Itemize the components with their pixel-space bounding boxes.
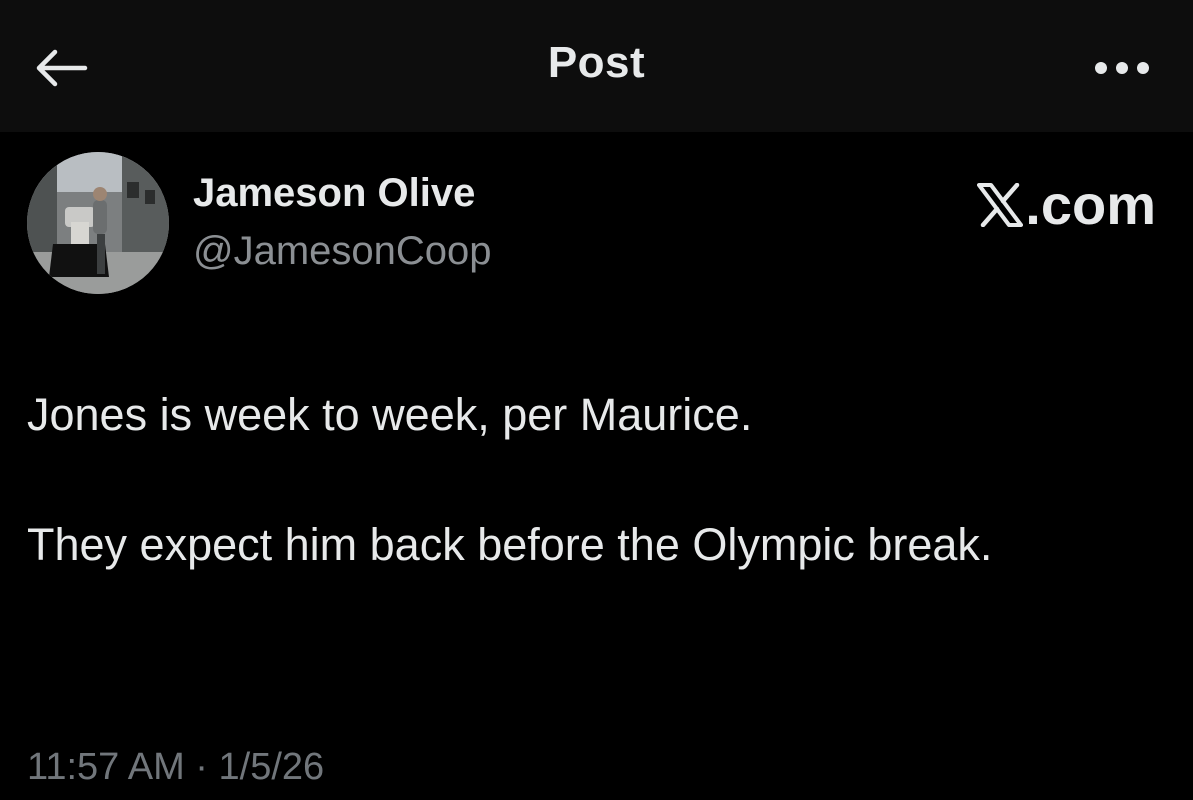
more-options-button[interactable] (1080, 36, 1164, 100)
page-title: Post (547, 38, 646, 87)
arrow-left-icon (36, 49, 88, 87)
brand-label: .com (1025, 173, 1156, 236)
meta-separator: · (195, 746, 208, 788)
post-body: Jones is week to week, per Maurice. They… (27, 382, 1147, 578)
post-date: 1/5/26 (218, 746, 325, 788)
author-display-name[interactable]: Jameson Olive (193, 171, 475, 216)
post-paragraph: They expect him back before the Olympic … (27, 519, 993, 570)
avatar[interactable] (27, 152, 169, 294)
author-handle[interactable]: @JamesonCoop (193, 229, 492, 274)
avatar-photo (27, 152, 169, 294)
top-bar: Post (0, 0, 1193, 132)
x-logo-icon (977, 182, 1024, 227)
back-button[interactable] (28, 36, 92, 100)
brand-watermark: .com (977, 172, 1156, 237)
post-time: 11:57 AM (27, 746, 185, 788)
post-paragraph: Jones is week to week, per Maurice. (27, 389, 753, 440)
more-horizontal-icon (1095, 62, 1149, 74)
post-timestamp[interactable]: 11:57 AM · 1/5/26 (27, 746, 324, 789)
